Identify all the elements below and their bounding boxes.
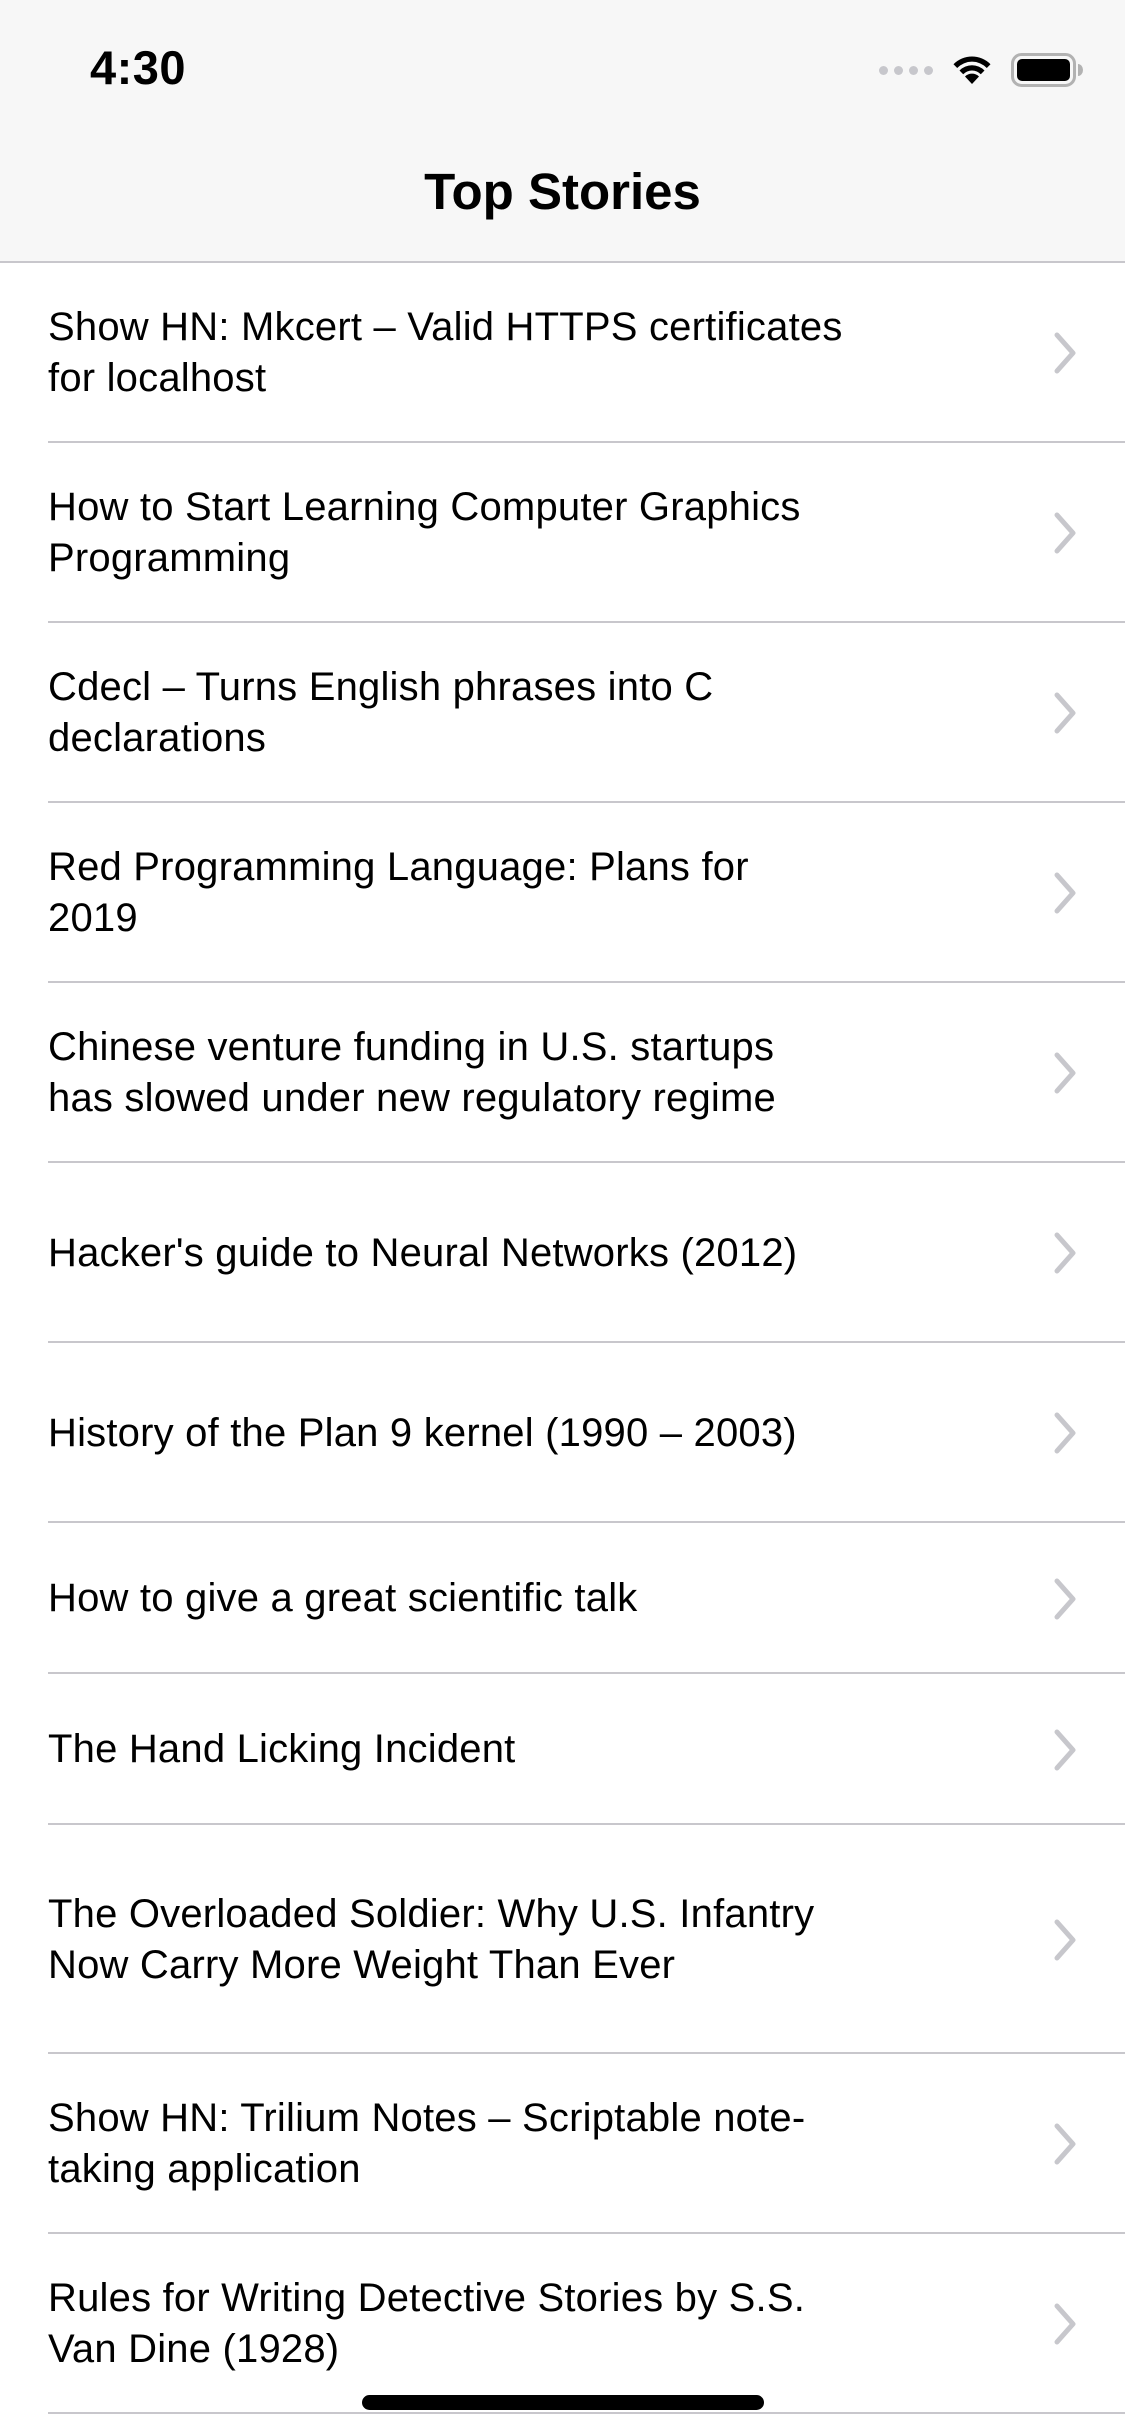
story-title: Rules for Writing Detective Stories by S… bbox=[48, 2276, 806, 2371]
story-title: Hacker's guide to Neural Networks (2012) bbox=[48, 1230, 798, 1275]
story-row[interactable]: History of the Plan 9 kernel (1990 – 200… bbox=[0, 1343, 1125, 1523]
story-row[interactable]: Show HN: Trilium Notes – Scriptable note… bbox=[0, 2054, 1125, 2234]
chevron-right-icon bbox=[1054, 1578, 1076, 1619]
story-row[interactable]: The Overloaded Soldier: Why U.S. Infantr… bbox=[0, 1825, 1125, 2054]
chevron-right-icon bbox=[1054, 2123, 1076, 2165]
story-row[interactable]: Hacker's guide to Neural Networks (2012) bbox=[0, 1163, 1125, 1343]
status-icons bbox=[879, 50, 1083, 90]
story-title: The Overloaded Soldier: Why U.S. Infantr… bbox=[48, 1891, 815, 1987]
chevron-right-icon bbox=[1054, 332, 1076, 374]
story-row[interactable]: Rules for Writing Detective Stories by S… bbox=[0, 2234, 1125, 2414]
cellular-signal-icon bbox=[879, 65, 933, 75]
story-row[interactable]: Chinese venture funding in U.S. startups… bbox=[0, 983, 1125, 1163]
chevron-right-icon bbox=[1054, 1232, 1076, 1274]
story-list: Show HN: Mkcert – Valid HTTPS certificat… bbox=[0, 263, 1125, 2414]
story-title: Red Programming Language: Plans for 2019 bbox=[48, 845, 749, 940]
story-row[interactable]: Cdecl – Turns English phrases into C dec… bbox=[0, 623, 1125, 803]
story-title: The Hand Licking Incident bbox=[48, 1727, 516, 1771]
home-indicator[interactable] bbox=[362, 2395, 764, 2410]
story-title: Cdecl – Turns English phrases into C dec… bbox=[48, 665, 714, 760]
chevron-right-icon bbox=[1054, 512, 1076, 554]
chevron-right-icon bbox=[1054, 872, 1076, 914]
status-time: 4:30 bbox=[90, 41, 187, 94]
story-title: History of the Plan 9 kernel (1990 – 200… bbox=[48, 1410, 797, 1455]
story-row[interactable]: How to Start Learning Computer Graphics … bbox=[0, 443, 1125, 623]
story-row[interactable]: Red Programming Language: Plans for 2019 bbox=[0, 803, 1125, 983]
story-title: How to Start Learning Computer Graphics … bbox=[48, 485, 801, 580]
story-title: Chinese venture funding in U.S. startups… bbox=[48, 1025, 776, 1120]
story-title: Show HN: Mkcert – Valid HTTPS certificat… bbox=[48, 305, 843, 400]
chevron-right-icon bbox=[1054, 692, 1076, 734]
story-row[interactable]: The Hand Licking Incident bbox=[0, 1674, 1125, 1825]
chevron-right-icon bbox=[1054, 1412, 1076, 1454]
story-title: Show HN: Trilium Notes – Scriptable note… bbox=[48, 2096, 806, 2191]
story-row[interactable]: Show HN: Mkcert – Valid HTTPS certificat… bbox=[0, 263, 1125, 443]
story-row[interactable]: How to give a great scientific talk bbox=[0, 1523, 1125, 1674]
battery-icon bbox=[1011, 53, 1083, 87]
chevron-right-icon bbox=[1054, 1052, 1076, 1094]
chevron-right-icon bbox=[1054, 2303, 1076, 2345]
chevron-right-icon bbox=[1054, 1729, 1076, 1770]
page-title: Top Stories bbox=[424, 163, 701, 220]
top-bar: 4:30 Top Stories bbox=[0, 0, 1125, 263]
chevron-right-icon bbox=[1054, 1919, 1076, 1960]
story-title: How to give a great scientific talk bbox=[48, 1576, 638, 1620]
wifi-icon bbox=[953, 56, 991, 84]
